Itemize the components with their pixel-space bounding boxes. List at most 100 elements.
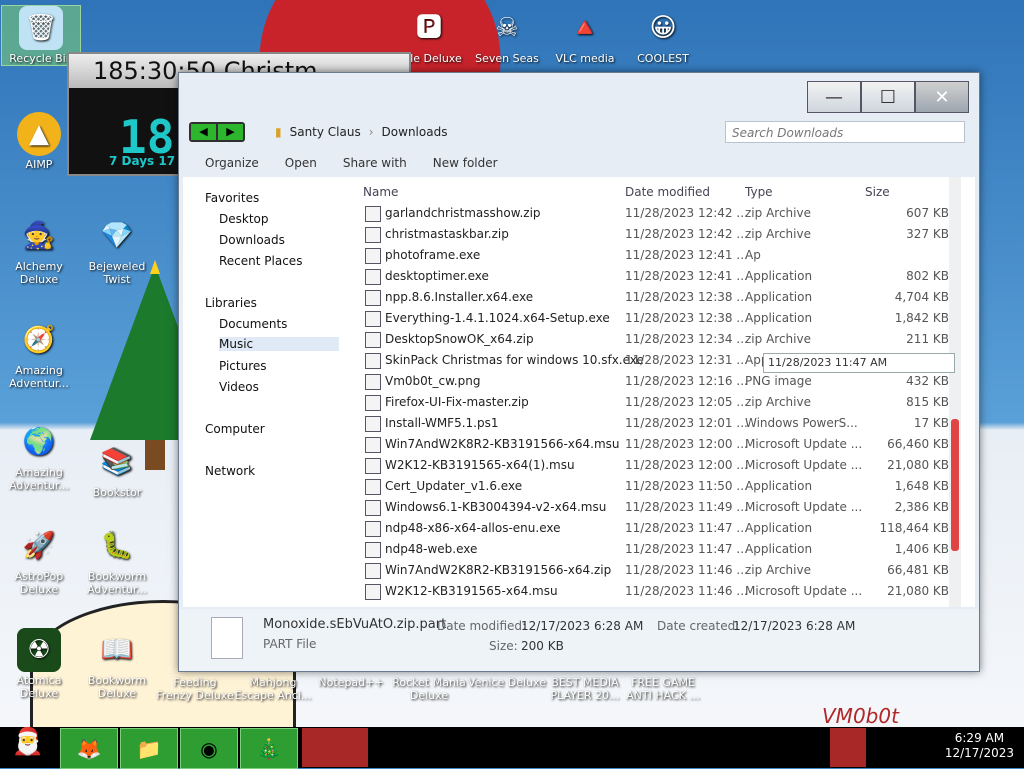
taskbar-firefox[interactable]: 🦊 bbox=[60, 728, 118, 769]
column-size[interactable]: Size bbox=[865, 185, 890, 199]
file-size: 21,080 KB bbox=[887, 458, 949, 472]
vertical-scrollbar[interactable] bbox=[949, 177, 961, 607]
file-row[interactable]: Windows6.1-KB3004394-v2-x64.msu 11/28/202… bbox=[361, 497, 961, 518]
file-type-icon bbox=[365, 437, 381, 453]
file-row[interactable]: Firefox-UI-Fix-master.zip 11/28/2023 12:0… bbox=[361, 392, 961, 413]
file-row[interactable]: npp.8.6.Installer.x64.exe 11/28/2023 12:3… bbox=[361, 287, 961, 308]
file-type: Microsoft Update ... bbox=[745, 437, 863, 451]
folder-icon: 📁 bbox=[136, 736, 162, 761]
worm-icon: 🐛 bbox=[100, 530, 134, 561]
new-folder-button[interactable]: New folder bbox=[433, 156, 498, 170]
organize-button[interactable]: Organize bbox=[205, 156, 259, 170]
vlc-shortcut[interactable]: 🔺 VLC media bbox=[546, 6, 624, 66]
bookworm-adventures-shortcut[interactable]: 🐛 Bookworm Adventur... bbox=[78, 524, 156, 597]
coolest-shortcut[interactable]: 😀 COOLEST bbox=[624, 6, 702, 66]
file-row[interactable]: photoframe.exe 11/28/2023 12:41 ... Ap bbox=[361, 245, 961, 266]
taskbar: 🎅 🦊 📁 ◉ 🎄 6:29 AM 12/17/2023 bbox=[0, 727, 1024, 769]
astropop-shortcut[interactable]: 🚀 AstroPop Deluxe bbox=[0, 524, 78, 597]
file-row[interactable]: desktoptimer.exe 11/28/2023 12:41 ... Appl… bbox=[361, 266, 961, 287]
forward-button[interactable]: ▶ bbox=[218, 124, 243, 140]
explorer-window[interactable]: — ☐ ✕ ◀ ▶ ▮ Santy Claus › Downloads Sear… bbox=[178, 72, 980, 672]
file-size: 1,842 KB bbox=[894, 311, 949, 325]
nav-music[interactable]: Music bbox=[219, 337, 339, 351]
maximize-icon: ☐ bbox=[879, 86, 897, 108]
breadcrumb-santy-claus[interactable]: Santy Claus bbox=[290, 125, 361, 139]
alchemy-shortcut[interactable]: 🧙 Alchemy Deluxe bbox=[0, 214, 78, 287]
file-row[interactable]: ndp48-web.exe 11/28/2023 11:47 ... Applica… bbox=[361, 539, 961, 560]
file-type-icon bbox=[365, 332, 381, 348]
nav-recent-places[interactable]: Recent Places bbox=[219, 254, 302, 268]
file-name: christmastaskbar.zip bbox=[385, 227, 509, 241]
file-row[interactable]: Install-WMF5.1.ps1 11/28/2023 12:01 ... Wi… bbox=[361, 413, 961, 434]
free-game-anti-hack-shortcut[interactable]: FREE GAME ANTI HACK ... bbox=[624, 676, 702, 702]
file-row[interactable]: ndp48-x86-x64-allos-enu.exe 11/28/2023 11… bbox=[361, 518, 961, 539]
venice-shortcut[interactable]: Venice Deluxe bbox=[468, 676, 546, 689]
close-button[interactable]: ✕ bbox=[915, 81, 969, 113]
file-row[interactable]: W2K12-KB3191565-x64.msu 11/28/2023 11:46 … bbox=[361, 581, 961, 602]
nav-documents[interactable]: Documents bbox=[219, 317, 287, 331]
file-type-icon bbox=[365, 248, 381, 264]
taskbar-tray-segment[interactable] bbox=[830, 728, 866, 767]
nav-favorites[interactable]: Favorites bbox=[205, 191, 259, 205]
nav-computer[interactable]: Computer bbox=[205, 422, 265, 436]
file-type-icon bbox=[365, 395, 381, 411]
mahjong-shortcut[interactable]: Mahjong Escape Anci... bbox=[234, 676, 312, 702]
file-row[interactable]: Cert_Updater_v1.6.exe 11/28/2023 11:50 ..… bbox=[361, 476, 961, 497]
share-with-button[interactable]: Share with bbox=[343, 156, 407, 170]
file-row[interactable]: garlandchristmasshow.zip 11/28/2023 12:42… bbox=[361, 203, 961, 224]
file-date: 11/28/2023 12:42 ... bbox=[625, 206, 748, 220]
start-button[interactable]: 🎅 bbox=[2, 727, 54, 768]
file-name: Cert_Updater_v1.6.exe bbox=[385, 479, 523, 493]
vlc-icon: 🔺 bbox=[568, 12, 602, 43]
file-type: zip Archive bbox=[745, 395, 811, 409]
search-input[interactable]: Search Downloads bbox=[725, 121, 965, 143]
seven-seas-shortcut[interactable]: ☠ Seven Seas bbox=[468, 6, 546, 66]
notepadpp-shortcut[interactable]: Notepad++ bbox=[312, 676, 390, 689]
nav-network[interactable]: Network bbox=[205, 464, 255, 478]
breadcrumb-separator: › bbox=[368, 125, 374, 139]
file-size: 21,080 KB bbox=[887, 584, 949, 598]
nav-videos[interactable]: Videos bbox=[219, 380, 259, 394]
open-button[interactable]: Open bbox=[285, 156, 317, 170]
minimize-button[interactable]: — bbox=[807, 81, 861, 113]
taskbar-explorer[interactable]: 📁 bbox=[120, 728, 178, 769]
best-media-player-shortcut[interactable]: BEST MEDIA PLAYER 20... bbox=[546, 676, 624, 702]
feeding-frenzy-shortcut[interactable]: Feeding Frenzy Deluxe bbox=[156, 676, 234, 702]
file-type-icon bbox=[365, 584, 381, 600]
taskbar-tree-app[interactable]: 🎄 bbox=[240, 728, 298, 769]
taskbar-chrome[interactable]: ◉ bbox=[180, 728, 238, 769]
back-button[interactable]: ◀ bbox=[191, 124, 216, 140]
file-row[interactable]: Win7AndW2K8R2-KB3191566-x64.msu 11/28/202… bbox=[361, 434, 961, 455]
taskbar-segment[interactable] bbox=[302, 728, 368, 767]
column-type[interactable]: Type bbox=[745, 185, 773, 199]
book-icon: 📖 bbox=[100, 634, 134, 665]
nav-pictures[interactable]: Pictures bbox=[219, 359, 267, 373]
file-row[interactable]: Win7AndW2K8R2-KB3191566-x64.zip 11/28/202… bbox=[361, 560, 961, 581]
file-row[interactable]: christmastaskbar.zip 11/28/2023 12:42 ...… bbox=[361, 224, 961, 245]
nav-libraries[interactable]: Libraries bbox=[205, 296, 257, 310]
file-date: 11/28/2023 11:50 ... bbox=[625, 479, 748, 493]
file-type-icon bbox=[365, 416, 381, 432]
nav-desktop[interactable]: Desktop bbox=[219, 212, 269, 226]
column-date-modified[interactable]: Date modified bbox=[625, 185, 710, 199]
file-row[interactable]: Vm0b0t_cw.png 11/28/2023 12:16 ... PNG ima… bbox=[361, 371, 961, 392]
maximize-button[interactable]: ☐ bbox=[861, 81, 915, 113]
file-row[interactable]: Everything-1.4.1.1024.x64-Setup.exe 11/28… bbox=[361, 308, 961, 329]
file-type: Application bbox=[745, 269, 813, 283]
file-row[interactable]: W2K12-KB3191565-x64(1).msu 11/28/2023 12:… bbox=[361, 455, 961, 476]
amazing-adventures-2-shortcut[interactable]: 🌍 Amazing Adventur... bbox=[0, 420, 78, 493]
clock-time: 6:29 AM bbox=[954, 731, 1005, 745]
breadcrumb[interactable]: ▮ Santy Claus › Downloads bbox=[275, 121, 675, 143]
aimp-icon: ▲ bbox=[17, 112, 61, 156]
file-row[interactable]: DesktopSnowOK_x64.zip 11/28/2023 12:34 ..… bbox=[361, 329, 961, 350]
rocket-mania-shortcut[interactable]: Rocket Mania Deluxe bbox=[390, 676, 468, 702]
amazing-adventures-1-shortcut[interactable]: 🧭 Amazing Adventur... bbox=[0, 318, 78, 391]
scrollbar-thumb[interactable] bbox=[951, 419, 959, 551]
bookworm-deluxe-shortcut[interactable]: 📖 Bookworm Deluxe bbox=[78, 628, 156, 701]
taskbar-clock[interactable]: 6:29 AM 12/17/2023 bbox=[945, 731, 1014, 761]
column-name[interactable]: Name bbox=[363, 185, 398, 199]
atomica-shortcut[interactable]: ☢ Atomica Deluxe bbox=[0, 628, 78, 700]
nav-downloads[interactable]: Downloads bbox=[219, 233, 285, 247]
details-created-label: Date created: bbox=[657, 619, 740, 633]
breadcrumb-downloads[interactable]: Downloads bbox=[382, 125, 448, 139]
